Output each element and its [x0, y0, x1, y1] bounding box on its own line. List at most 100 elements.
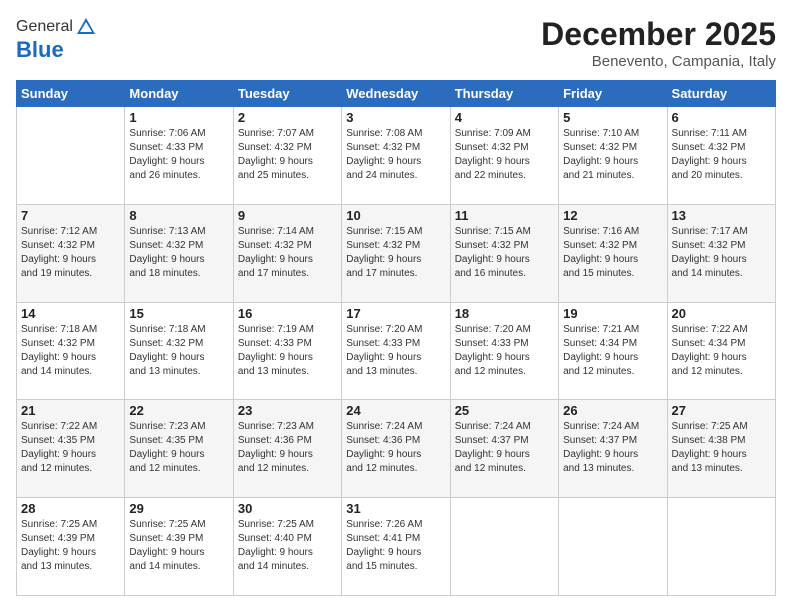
- table-row: 29 Sunrise: 7:25 AM Sunset: 4:39 PM Dayli…: [125, 498, 233, 596]
- calendar-header-row: Sunday Monday Tuesday Wednesday Thursday…: [17, 81, 776, 107]
- page: General Blue December 2025 Benevento, Ca…: [0, 0, 792, 612]
- table-row: 19Sunrise: 7:21 AM Sunset: 4:34 PM Dayli…: [559, 302, 667, 400]
- day-number: 15: [129, 306, 228, 321]
- day-number: 17: [346, 306, 445, 321]
- day-number: 8: [129, 208, 228, 223]
- table-row: 24 Sunrise: 7:24 AM Sunset: 4:36 PM Dayli…: [342, 400, 450, 498]
- col-thursday: Thursday: [450, 81, 558, 107]
- day-number: 1: [129, 110, 228, 125]
- table-row: [667, 498, 775, 596]
- day-info: Sunrise: 7:25 AM Sunset: 4:39 PM Dayligh…: [21, 518, 120, 574]
- table-row: 3 Sunrise: 7:08 AM Sunset: 4:32 PM Daylig…: [342, 107, 450, 205]
- table-row: 17 Sunrise: 7:20 AM Sunset: 4:33 PM Dayli…: [342, 302, 450, 400]
- day-info: Sunrise: 7:24 AM Sunset: 4:37 PM Dayligh…: [455, 420, 554, 476]
- day-info: Sunrise: 7:23 AM Sunset: 4:35 PM Dayligh…: [129, 420, 228, 476]
- table-row: 4Sunrise: 7:09 AM Sunset: 4:32 PM Daylig…: [450, 107, 558, 205]
- table-row: 16Sunrise: 7:19 AM Sunset: 4:33 PM Dayli…: [233, 302, 341, 400]
- day-info: Sunrise: 7:20 AM Sunset: 4:33 PM Dayligh…: [346, 323, 445, 379]
- day-info: Sunrise: 7:22 AM Sunset: 4:35 PM Dayligh…: [21, 420, 120, 476]
- day-number: 11: [455, 208, 554, 223]
- table-row: 21Sunrise: 7:22 AM Sunset: 4:35 PM Dayli…: [17, 400, 125, 498]
- day-number: 3: [346, 110, 445, 125]
- day-info: Sunrise: 7:09 AM Sunset: 4:32 PM Dayligh…: [455, 127, 554, 183]
- day-number: 23: [238, 403, 337, 418]
- day-number: 24: [346, 403, 445, 418]
- day-number: 5: [563, 110, 662, 125]
- day-number: 25: [455, 403, 554, 418]
- calendar-table: Sunday Monday Tuesday Wednesday Thursday…: [16, 80, 776, 596]
- table-row: 1 Sunrise: 7:06 AM Sunset: 4:33 PM Daylig…: [125, 107, 233, 205]
- logo-general-text: General: [16, 18, 73, 36]
- table-row: 22 Sunrise: 7:23 AM Sunset: 4:35 PM Dayli…: [125, 400, 233, 498]
- day-number: 7: [21, 208, 120, 223]
- table-row: 7Sunrise: 7:12 AM Sunset: 4:32 PM Daylig…: [17, 204, 125, 302]
- day-number: 12: [563, 208, 662, 223]
- table-row: 20 Sunrise: 7:22 AM Sunset: 4:34 PM Dayli…: [667, 302, 775, 400]
- day-info: Sunrise: 7:22 AM Sunset: 4:34 PM Dayligh…: [672, 323, 771, 379]
- col-friday: Friday: [559, 81, 667, 107]
- table-row: 15 Sunrise: 7:18 AM Sunset: 4:32 PM Dayli…: [125, 302, 233, 400]
- day-number: 9: [238, 208, 337, 223]
- month-title: December 2025: [541, 16, 776, 53]
- day-info: Sunrise: 7:16 AM Sunset: 4:32 PM Dayligh…: [563, 225, 662, 281]
- calendar-week-3: 21Sunrise: 7:22 AM Sunset: 4:35 PM Dayli…: [17, 400, 776, 498]
- day-number: 31: [346, 501, 445, 516]
- table-row: 9 Sunrise: 7:14 AM Sunset: 4:32 PM Daylig…: [233, 204, 341, 302]
- day-number: 28: [21, 501, 120, 516]
- day-info: Sunrise: 7:25 AM Sunset: 4:40 PM Dayligh…: [238, 518, 337, 574]
- table-row: 31 Sunrise: 7:26 AM Sunset: 4:41 PM Dayli…: [342, 498, 450, 596]
- day-number: 30: [238, 501, 337, 516]
- table-row: 30 Sunrise: 7:25 AM Sunset: 4:40 PM Dayli…: [233, 498, 341, 596]
- table-row: 14 Sunrise: 7:18 AM Sunset: 4:32 PM Dayli…: [17, 302, 125, 400]
- table-row: 6Sunrise: 7:11 AM Sunset: 4:32 PM Daylig…: [667, 107, 775, 205]
- table-row: [17, 107, 125, 205]
- day-number: 22: [129, 403, 228, 418]
- day-info: Sunrise: 7:24 AM Sunset: 4:36 PM Dayligh…: [346, 420, 445, 476]
- day-info: Sunrise: 7:15 AM Sunset: 4:32 PM Dayligh…: [346, 225, 445, 281]
- location-title: Benevento, Campania, Italy: [541, 53, 776, 70]
- day-info: Sunrise: 7:26 AM Sunset: 4:41 PM Dayligh…: [346, 518, 445, 574]
- day-info: Sunrise: 7:25 AM Sunset: 4:39 PM Dayligh…: [129, 518, 228, 574]
- table-row: 13Sunrise: 7:17 AM Sunset: 4:32 PM Dayli…: [667, 204, 775, 302]
- table-row: 11Sunrise: 7:15 AM Sunset: 4:32 PM Dayli…: [450, 204, 558, 302]
- col-sunday: Sunday: [17, 81, 125, 107]
- table-row: 10 Sunrise: 7:15 AM Sunset: 4:32 PM Dayli…: [342, 204, 450, 302]
- day-info: Sunrise: 7:17 AM Sunset: 4:32 PM Dayligh…: [672, 225, 771, 281]
- table-row: 27 Sunrise: 7:25 AM Sunset: 4:38 PM Dayli…: [667, 400, 775, 498]
- day-info: Sunrise: 7:06 AM Sunset: 4:33 PM Dayligh…: [129, 127, 228, 183]
- day-info: Sunrise: 7:18 AM Sunset: 4:32 PM Dayligh…: [129, 323, 228, 379]
- table-row: 2 Sunrise: 7:07 AM Sunset: 4:32 PM Daylig…: [233, 107, 341, 205]
- table-row: 23 Sunrise: 7:23 AM Sunset: 4:36 PM Dayli…: [233, 400, 341, 498]
- table-row: 5 Sunrise: 7:10 AM Sunset: 4:32 PM Daylig…: [559, 107, 667, 205]
- day-info: Sunrise: 7:23 AM Sunset: 4:36 PM Dayligh…: [238, 420, 337, 476]
- day-info: Sunrise: 7:21 AM Sunset: 4:34 PM Dayligh…: [563, 323, 662, 379]
- day-info: Sunrise: 7:24 AM Sunset: 4:37 PM Dayligh…: [563, 420, 662, 476]
- table-row: 26Sunrise: 7:24 AM Sunset: 4:37 PM Dayli…: [559, 400, 667, 498]
- day-info: Sunrise: 7:18 AM Sunset: 4:32 PM Dayligh…: [21, 323, 120, 379]
- day-info: Sunrise: 7:20 AM Sunset: 4:33 PM Dayligh…: [455, 323, 554, 379]
- day-info: Sunrise: 7:13 AM Sunset: 4:32 PM Dayligh…: [129, 225, 228, 281]
- day-info: Sunrise: 7:07 AM Sunset: 4:32 PM Dayligh…: [238, 127, 337, 183]
- header: General Blue December 2025 Benevento, Ca…: [16, 16, 776, 70]
- day-number: 2: [238, 110, 337, 125]
- table-row: [559, 498, 667, 596]
- day-number: 29: [129, 501, 228, 516]
- day-number: 20: [672, 306, 771, 321]
- title-block: December 2025 Benevento, Campania, Italy: [541, 16, 776, 70]
- calendar-week-2: 14 Sunrise: 7:18 AM Sunset: 4:32 PM Dayli…: [17, 302, 776, 400]
- col-tuesday: Tuesday: [233, 81, 341, 107]
- day-info: Sunrise: 7:10 AM Sunset: 4:32 PM Dayligh…: [563, 127, 662, 183]
- day-info: Sunrise: 7:08 AM Sunset: 4:32 PM Dayligh…: [346, 127, 445, 183]
- day-info: Sunrise: 7:14 AM Sunset: 4:32 PM Dayligh…: [238, 225, 337, 281]
- table-row: 28 Sunrise: 7:25 AM Sunset: 4:39 PM Dayli…: [17, 498, 125, 596]
- logo-icon: [75, 16, 97, 38]
- day-number: 16: [238, 306, 337, 321]
- day-number: 14: [21, 306, 120, 321]
- day-number: 10: [346, 208, 445, 223]
- table-row: 25 Sunrise: 7:24 AM Sunset: 4:37 PM Dayli…: [450, 400, 558, 498]
- col-saturday: Saturday: [667, 81, 775, 107]
- logo: General Blue: [16, 16, 97, 62]
- day-number: 27: [672, 403, 771, 418]
- day-number: 18: [455, 306, 554, 321]
- day-info: Sunrise: 7:25 AM Sunset: 4:38 PM Dayligh…: [672, 420, 771, 476]
